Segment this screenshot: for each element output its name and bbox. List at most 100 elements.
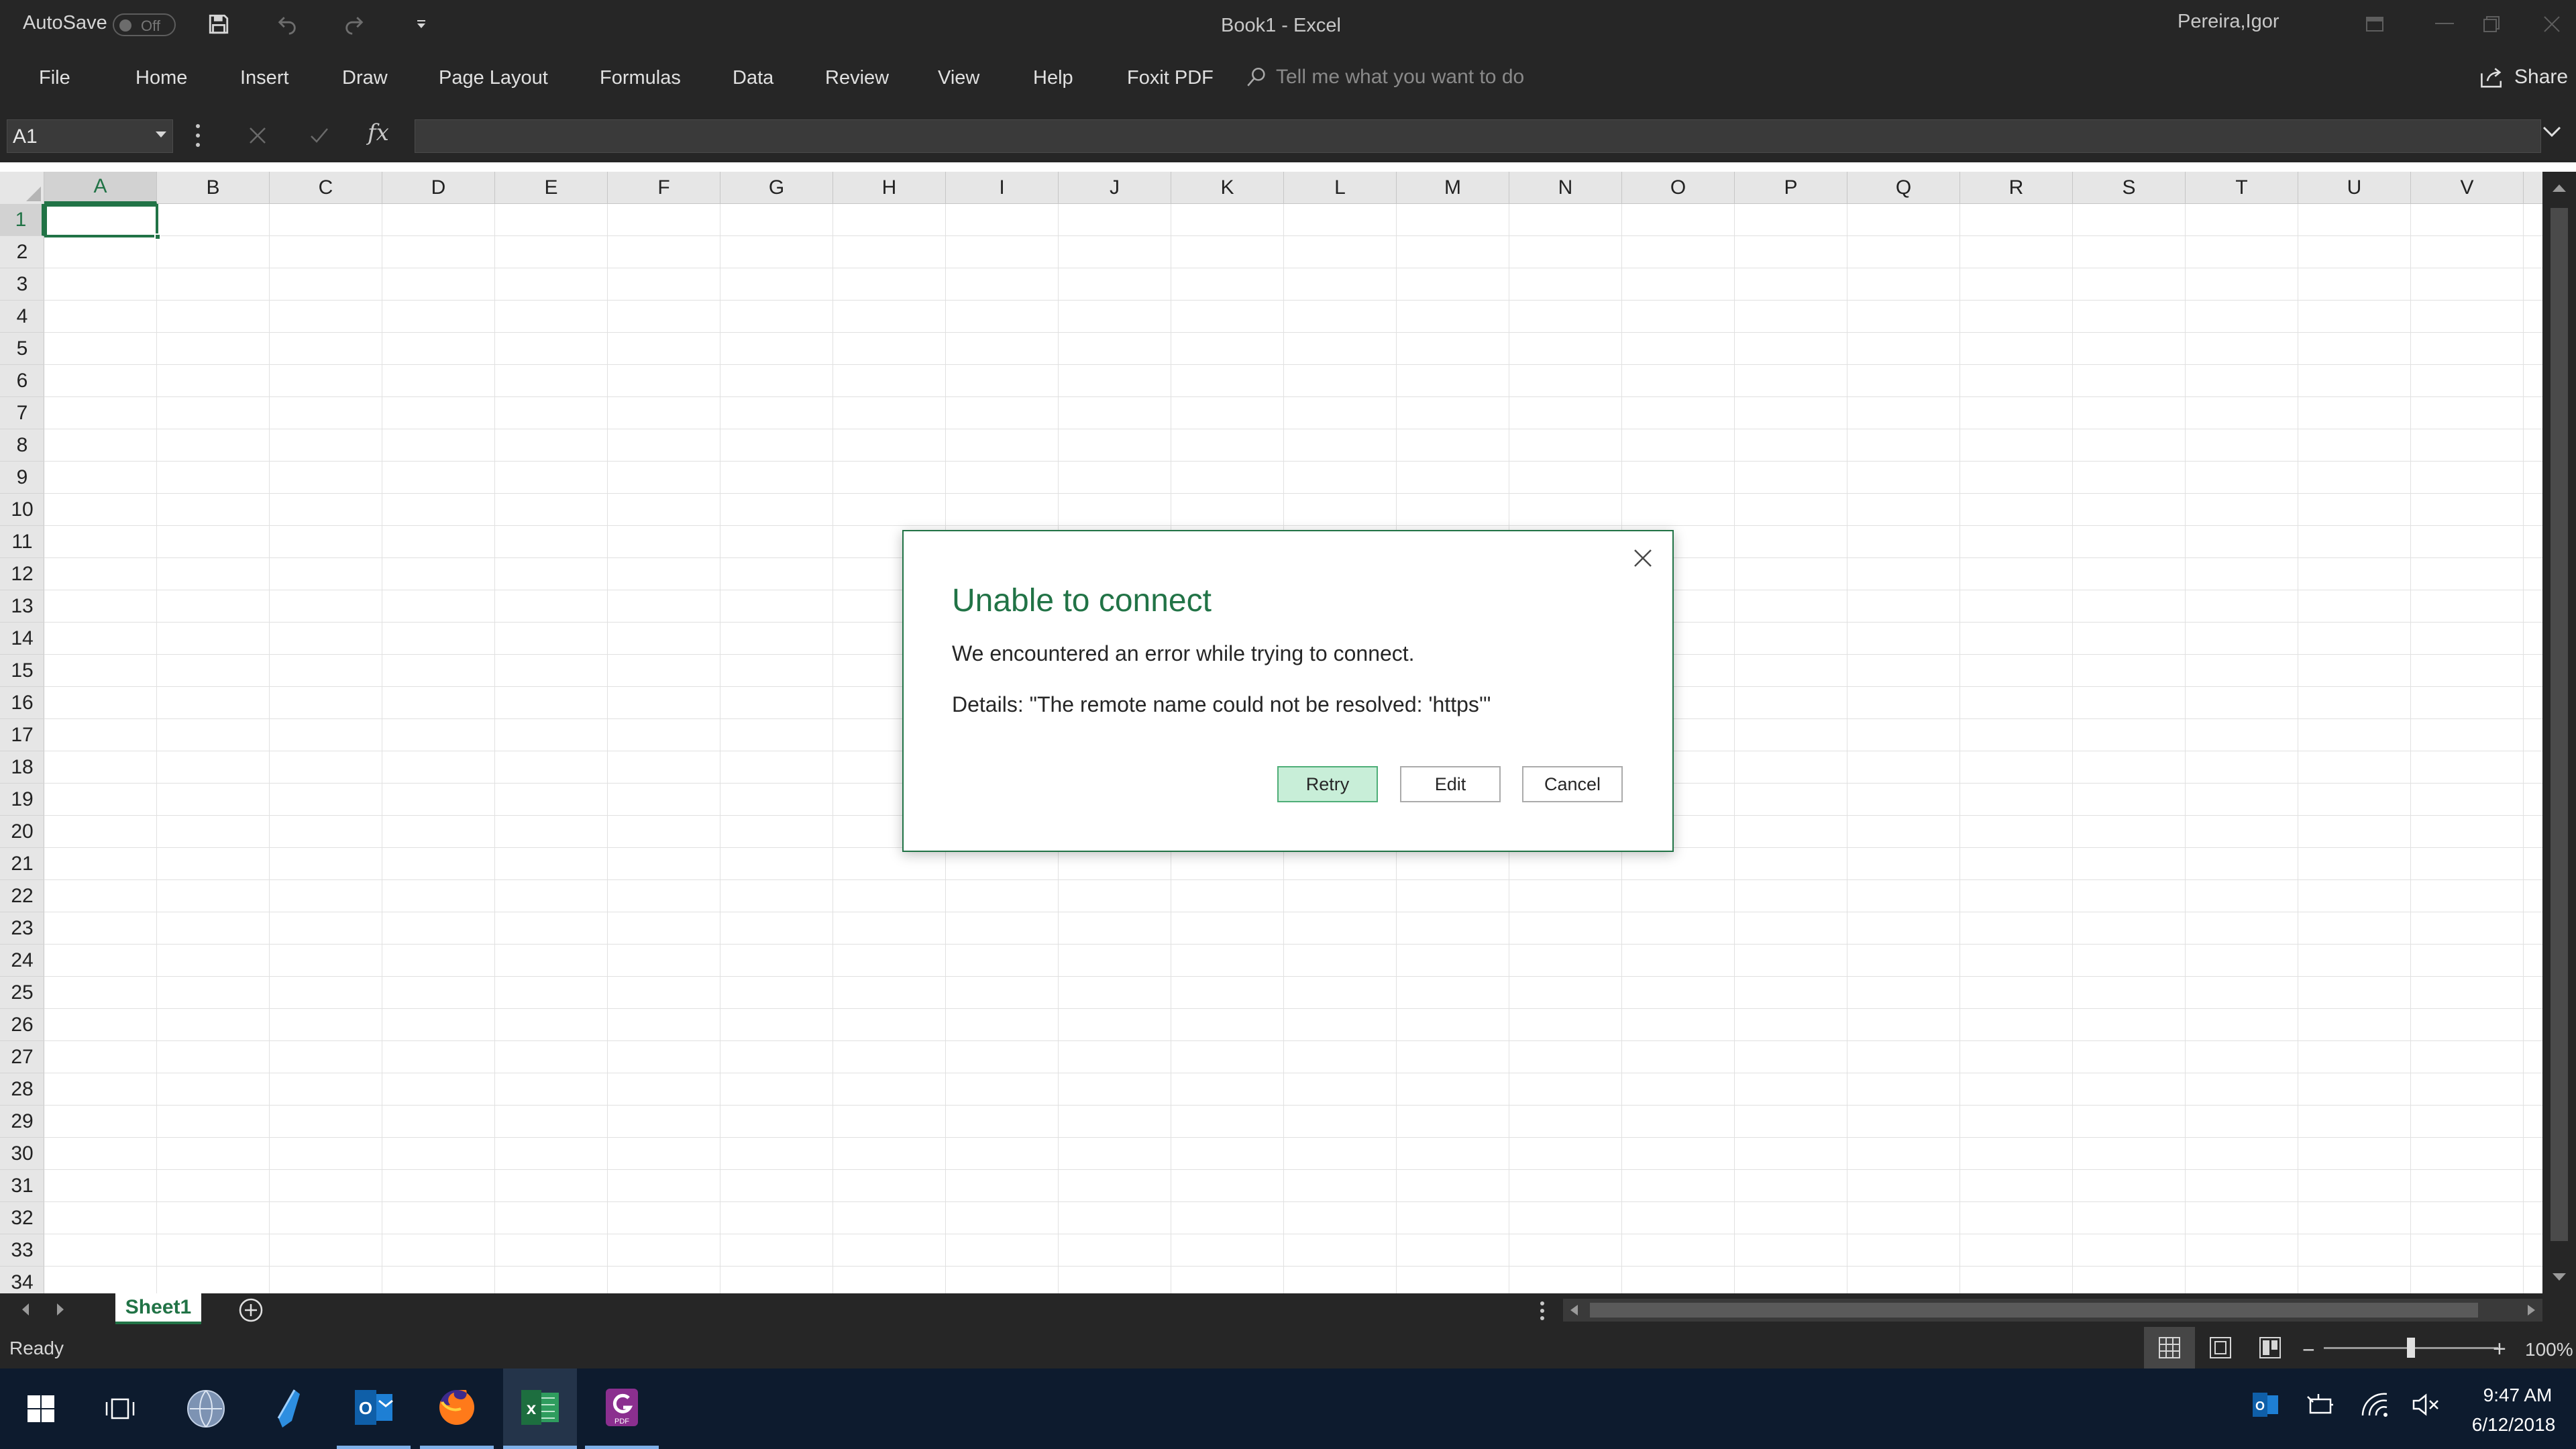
row-header-16[interactable]: 16 — [0, 687, 44, 719]
wifi-icon[interactable] — [2360, 1391, 2390, 1418]
column-header-p[interactable]: P — [1735, 172, 1847, 204]
row-header-1[interactable]: 1 — [0, 204, 44, 236]
tab-data[interactable]: Data — [733, 67, 773, 89]
column-header-q[interactable]: Q — [1847, 172, 1960, 204]
scroll-down-icon[interactable] — [2551, 1272, 2568, 1283]
row-header-3[interactable]: 3 — [0, 268, 44, 301]
row-header-15[interactable]: 15 — [0, 655, 44, 687]
vertical-scroll-thumb[interactable] — [2551, 208, 2568, 1241]
column-header-h[interactable]: H — [833, 172, 946, 204]
insert-function-button[interactable]: fx — [368, 119, 389, 146]
minimize-icon[interactable] — [2424, 7, 2465, 42]
zoom-slider[interactable] — [2324, 1338, 2498, 1358]
restore-icon[interactable] — [2471, 7, 2512, 42]
tab-insert[interactable]: Insert — [240, 67, 289, 89]
column-header-c[interactable]: C — [270, 172, 382, 204]
vertical-scrollbar[interactable] — [2542, 172, 2576, 1293]
taskbar-globe-app[interactable] — [169, 1368, 243, 1449]
horizontal-scrollbar[interactable] — [1563, 1299, 2542, 1322]
scroll-right-icon[interactable] — [2526, 1303, 2537, 1317]
row-header-10[interactable]: 10 — [0, 494, 44, 526]
zoom-level[interactable]: 100% — [2525, 1339, 2573, 1360]
row-header-22[interactable]: 22 — [0, 880, 44, 912]
name-box[interactable]: A1 — [7, 119, 173, 153]
row-header-28[interactable]: 28 — [0, 1073, 44, 1106]
zoom-slider-knob[interactable] — [2407, 1338, 2415, 1358]
row-header-5[interactable]: 5 — [0, 333, 44, 365]
row-header-2[interactable]: 2 — [0, 236, 44, 268]
row-header-13[interactable]: 13 — [0, 590, 44, 623]
tab-foxit-pdf[interactable]: Foxit PDF — [1127, 67, 1214, 89]
row-header-8[interactable]: 8 — [0, 429, 44, 462]
row-header-34[interactable]: 34 — [0, 1267, 44, 1293]
chevron-down-icon[interactable] — [155, 131, 167, 139]
column-header-d[interactable]: D — [382, 172, 495, 204]
row-header-6[interactable]: 6 — [0, 365, 44, 397]
row-header-23[interactable]: 23 — [0, 912, 44, 945]
row-header-24[interactable]: 24 — [0, 945, 44, 977]
column-header-r[interactable]: R — [1960, 172, 2073, 204]
column-header-i[interactable]: I — [946, 172, 1059, 204]
retry-button[interactable]: Retry — [1277, 766, 1378, 802]
clock-date[interactable]: 6/12/2018 — [2463, 1414, 2564, 1436]
next-sheet-icon[interactable] — [54, 1301, 67, 1318]
cancel-button[interactable]: Cancel — [1522, 766, 1623, 802]
task-view-button[interactable] — [83, 1368, 157, 1449]
row-header-4[interactable]: 4 — [0, 301, 44, 333]
row-header-14[interactable]: 14 — [0, 623, 44, 655]
customize-qat-icon[interactable] — [407, 9, 436, 39]
scroll-up-icon[interactable] — [2551, 182, 2568, 193]
enter-check-icon[interactable] — [306, 122, 333, 149]
row-header-31[interactable]: 31 — [0, 1170, 44, 1202]
page-break-view-button[interactable] — [2245, 1327, 2296, 1368]
row-header-18[interactable]: 18 — [0, 751, 44, 784]
taskbar-pen-app[interactable] — [252, 1368, 326, 1449]
autosave-toggle[interactable]: Off — [113, 13, 176, 36]
column-header-a[interactable]: A — [44, 172, 157, 204]
expand-formula-bar-icon[interactable] — [2542, 126, 2561, 138]
tell-me-search[interactable]: Tell me what you want to do — [1245, 66, 1524, 89]
column-header-o[interactable]: O — [1622, 172, 1735, 204]
row-header-29[interactable]: 29 — [0, 1106, 44, 1138]
cancel-entry-icon[interactable] — [244, 122, 271, 149]
column-header-k[interactable]: K — [1171, 172, 1284, 204]
close-window-icon[interactable] — [2532, 7, 2572, 42]
clock-time[interactable]: 9:47 AM — [2474, 1385, 2561, 1406]
page-layout-view-button[interactable] — [2195, 1327, 2246, 1368]
outlook-tray-icon[interactable]: O — [2251, 1391, 2279, 1418]
select-all-corner[interactable] — [0, 172, 44, 204]
row-header-25[interactable]: 25 — [0, 977, 44, 1009]
column-header-u[interactable]: U — [2298, 172, 2411, 204]
column-header-g[interactable]: G — [720, 172, 833, 204]
column-header-f[interactable]: F — [608, 172, 720, 204]
taskbar-firefox[interactable] — [420, 1368, 494, 1449]
tab-view[interactable]: View — [938, 67, 979, 89]
edit-button[interactable]: Edit — [1400, 766, 1501, 802]
save-icon[interactable] — [204, 9, 233, 39]
undo-icon[interactable] — [272, 9, 302, 39]
tab-formulas[interactable]: Formulas — [600, 67, 681, 89]
tab-help[interactable]: Help — [1033, 67, 1073, 89]
power-battery-icon[interactable] — [2305, 1391, 2336, 1418]
row-header-33[interactable]: 33 — [0, 1234, 44, 1267]
share-button[interactable]: Share — [2479, 66, 2568, 89]
column-header-e[interactable]: E — [495, 172, 608, 204]
row-header-9[interactable]: 9 — [0, 462, 44, 494]
zoom-out-button[interactable]: − — [2302, 1338, 2315, 1362]
column-header-n[interactable]: N — [1509, 172, 1622, 204]
scroll-left-icon[interactable] — [1568, 1303, 1579, 1317]
taskbar-foxit-pdf[interactable]: PDF — [585, 1368, 659, 1449]
row-header-20[interactable]: 20 — [0, 816, 44, 848]
row-header-12[interactable]: 12 — [0, 558, 44, 590]
previous-sheet-icon[interactable] — [19, 1301, 32, 1318]
horizontal-scroll-thumb[interactable] — [1590, 1303, 2478, 1318]
tab-draw[interactable]: Draw — [342, 67, 388, 89]
column-header-l[interactable]: L — [1284, 172, 1397, 204]
column-header-j[interactable]: J — [1059, 172, 1171, 204]
more-options-icon[interactable] — [195, 122, 201, 149]
fill-handle[interactable] — [154, 233, 161, 240]
tab-home[interactable]: Home — [136, 67, 187, 89]
row-header-11[interactable]: 11 — [0, 526, 44, 558]
row-header-26[interactable]: 26 — [0, 1009, 44, 1041]
volume-muted-icon[interactable] — [2411, 1391, 2440, 1418]
